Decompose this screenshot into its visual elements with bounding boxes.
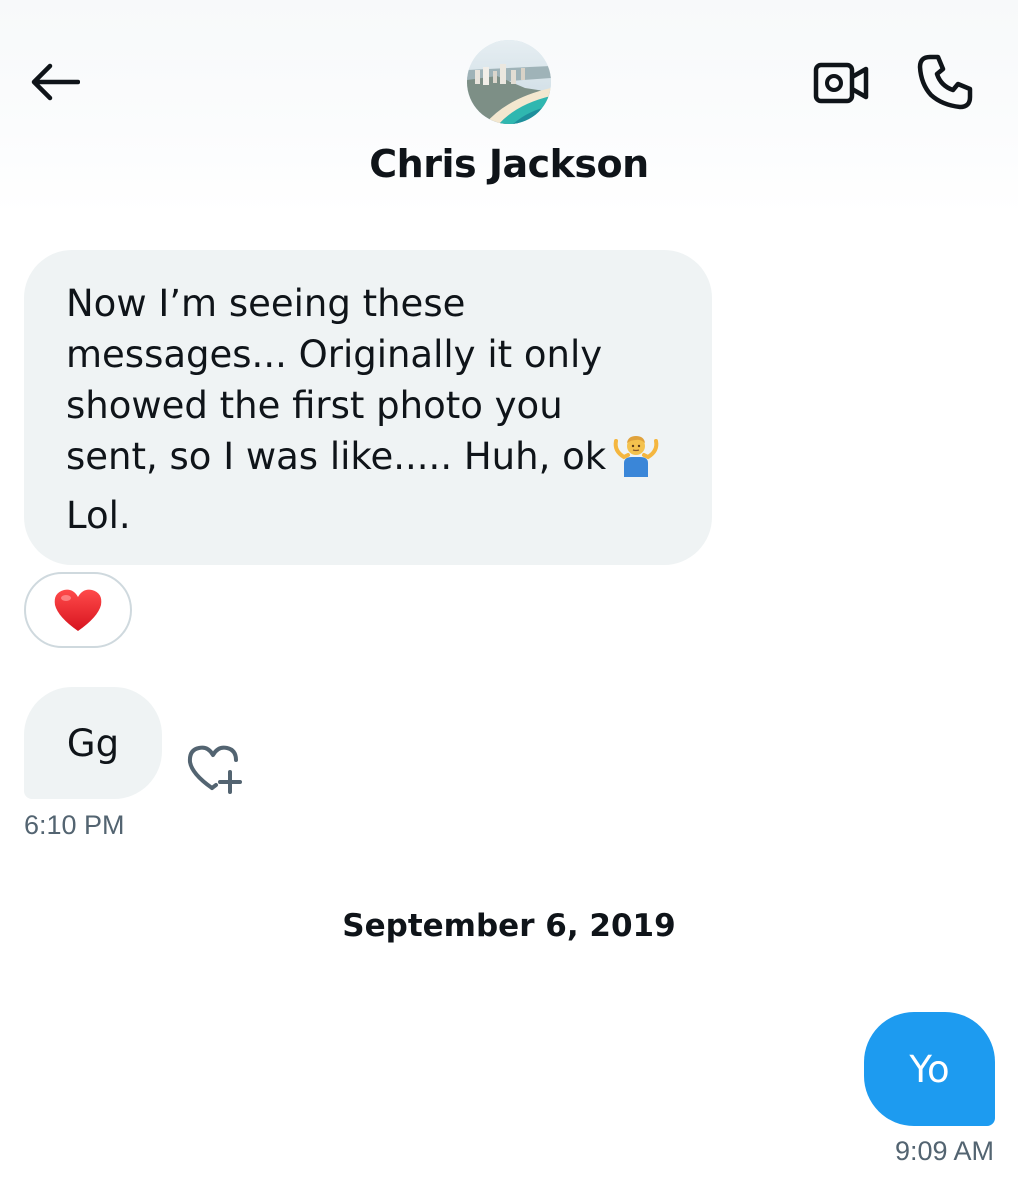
dm-conversation-screen: Chris Jackson Now I’m seeing these messa… [0,0,1018,1200]
message-text: Gg [66,721,120,765]
message-line: messages... Originally it only [66,333,603,376]
message-line: Lol. [66,494,131,537]
person-shrugging-emoji [610,433,662,490]
message-text: Yo [909,1047,950,1091]
back-button[interactable] [22,52,86,112]
avatar[interactable] [467,40,551,124]
video-camera-icon [813,62,869,104]
voice-call-button[interactable] [910,50,980,114]
message-line-text: sent, so I was like..... Huh, ok [66,435,607,478]
heart-plus-icon [187,745,242,794]
phone-icon [917,54,973,110]
message-line: showed the first photo you [66,384,563,427]
date-separator: September 6, 2019 [342,908,676,944]
message-line: sent, so I was like..... Huh, ok [66,431,672,490]
outgoing-message-bubble[interactable]: Yo [864,1012,995,1126]
message-line: Now I’m seeing these [66,282,466,325]
beach-photo [467,40,551,124]
incoming-message-bubble[interactable]: Gg [24,687,162,799]
red-heart-emoji [54,589,102,631]
add-reaction-button[interactable] [184,740,246,798]
message-timestamp: 6:10 PM [24,810,125,840]
conversation-header: Chris Jackson [0,0,1018,215]
arrow-left-icon [31,63,80,101]
video-call-button[interactable] [808,55,874,111]
message-timestamp: 9:09 AM [894,1136,994,1166]
reaction-badge[interactable] [24,572,132,648]
contact-name[interactable]: Chris Jackson [0,142,1018,186]
incoming-message-bubble[interactable]: Now I’m seeing these messages... Origina… [24,250,712,565]
